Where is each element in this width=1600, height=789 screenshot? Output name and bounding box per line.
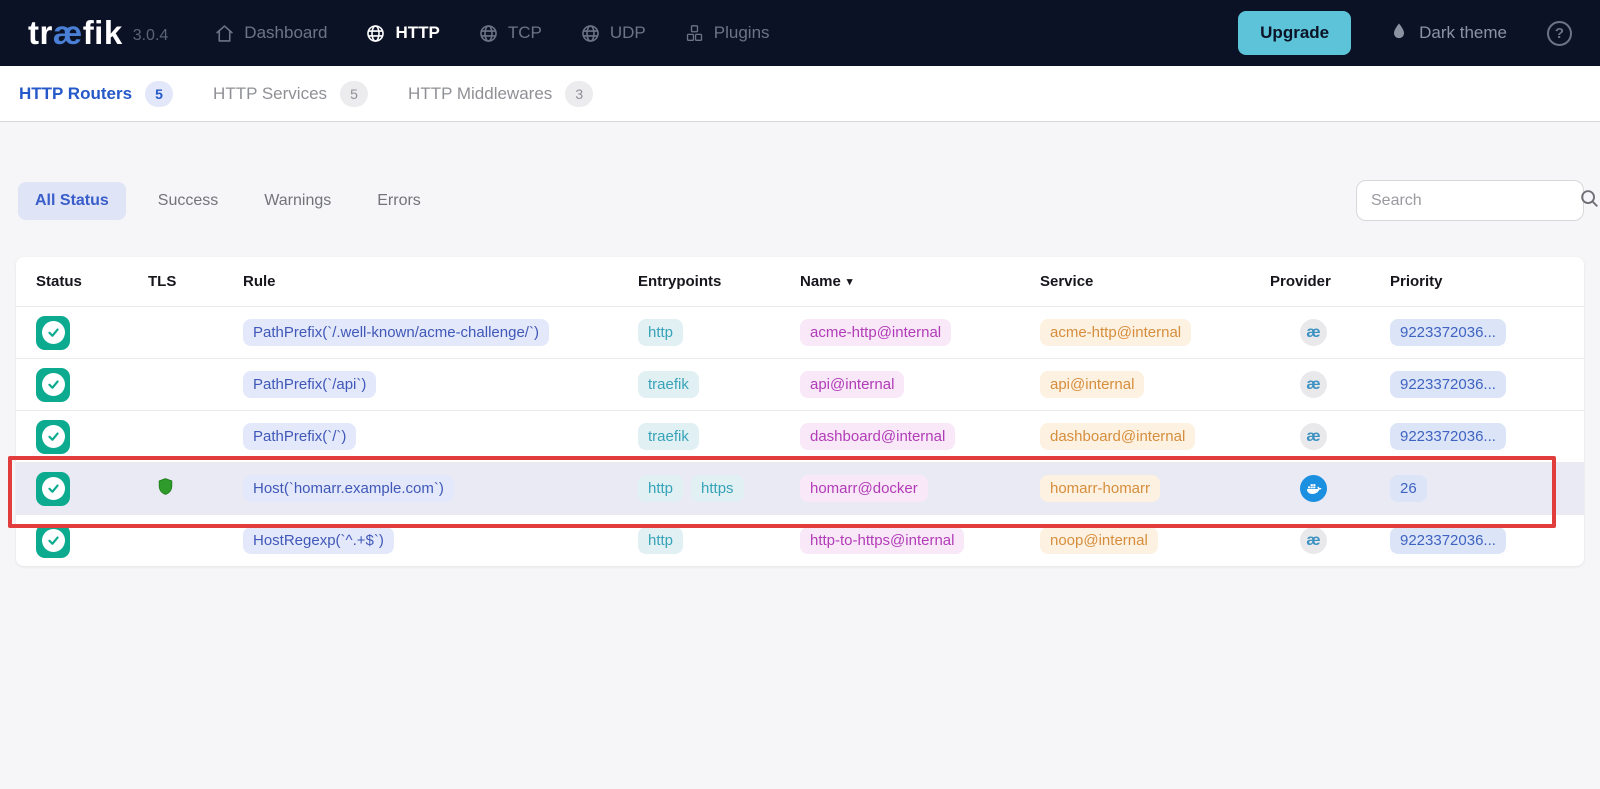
entrypoint-pill: traefik (638, 423, 699, 450)
nav-item-label: UDP (610, 23, 646, 43)
tab-count-badge: 3 (565, 81, 593, 107)
rule-pill: PathPrefix(`/api`) (243, 371, 376, 398)
service-pill: api@internal (1040, 371, 1144, 398)
top-navbar: træfik 3.0.4 DashboardHTTPTCPUDPPlugins … (0, 0, 1600, 66)
tab-label: HTTP Routers (19, 84, 132, 104)
search-input[interactable] (1371, 192, 1578, 210)
filter-warnings[interactable]: Warnings (250, 182, 345, 220)
tab-http-services[interactable]: HTTP Services 5 (213, 81, 368, 107)
filter-success[interactable]: Success (144, 182, 232, 220)
column-header-priority: Priority (1390, 273, 1584, 290)
column-header-name[interactable]: Name▾ (800, 273, 1040, 290)
column-header-entrypoints: Entrypoints (638, 273, 800, 290)
filter-errors[interactable]: Errors (363, 182, 435, 220)
tab-count-badge: 5 (145, 81, 173, 107)
globe-icon (365, 23, 386, 44)
filter-all-status[interactable]: All Status (18, 182, 126, 220)
theme-toggle[interactable]: Dark theme (1389, 21, 1507, 46)
router-name-pill: api@internal (800, 371, 904, 398)
nav-item-dashboard[interactable]: Dashboard (214, 23, 327, 44)
status-success-icon (36, 472, 70, 506)
router-row-acme-http@internal[interactable]: PathPrefix(`/.well-known/acme-challenge/… (16, 306, 1584, 358)
status-filters: All Status Success Warnings Errors (18, 182, 453, 220)
router-row-homarr@docker[interactable]: Host(`homarr.example.com`) http https homar… (16, 462, 1584, 514)
priority-pill: 26 (1390, 475, 1427, 502)
droplet-icon (1389, 21, 1409, 46)
search-icon (1578, 187, 1600, 214)
traefik-internal-provider-icon: æ (1300, 423, 1327, 450)
status-success-icon (36, 420, 70, 454)
service-pill: noop@internal (1040, 527, 1158, 554)
router-name-pill: homarr@docker (800, 475, 928, 502)
nav-item-label: HTTP (395, 23, 439, 43)
table-header-row: StatusTLSRuleEntrypointsName▾ServiceProv… (16, 257, 1584, 306)
tab-label: HTTP Services (213, 84, 327, 104)
entrypoint-pill: http (638, 527, 683, 554)
service-pill: acme-http@internal (1040, 319, 1191, 346)
section-tabbar: HTTP Routers 5 HTTP Services 5 HTTP Middlewa… (0, 66, 1600, 122)
filters-row: All Status Success Warnings Errors (18, 180, 1584, 221)
navbar-right: Upgrade Dark theme ? (1238, 11, 1572, 55)
router-row-api@internal[interactable]: PathPrefix(`/api`) traefik api@internal api… (16, 358, 1584, 410)
router-name-pill: acme-http@internal (800, 319, 951, 346)
priority-pill: 9223372036... (1390, 423, 1506, 450)
rule-pill: PathPrefix(`/`) (243, 423, 356, 450)
nav-item-label: TCP (508, 23, 542, 43)
service-pill: homarr-homarr (1040, 475, 1160, 502)
nav-item-label: Dashboard (244, 23, 327, 43)
column-header-tls: TLS (148, 273, 243, 290)
entrypoint-pill: http (638, 475, 683, 502)
priority-pill: 9223372036... (1390, 527, 1506, 554)
cubes-icon (684, 23, 705, 44)
docker-provider-icon (1300, 475, 1327, 502)
traefik-internal-provider-icon: æ (1300, 371, 1327, 398)
help-button[interactable]: ? (1547, 21, 1572, 46)
column-header-service: Service (1040, 273, 1270, 290)
router-row-dashboard@internal[interactable]: PathPrefix(`/`) traefik dashboard@internal… (16, 410, 1584, 462)
version-label: 3.0.4 (133, 27, 169, 45)
nav-item-label: Plugins (714, 23, 770, 43)
column-header-provider: Provider (1270, 273, 1390, 290)
entrypoint-pill: https (691, 475, 744, 502)
router-row-http-to-https@internal[interactable]: HostRegexp(`^.+$`) http http-to-https@inte… (16, 514, 1584, 566)
status-success-icon (36, 368, 70, 402)
priority-pill: 9223372036... (1390, 319, 1506, 346)
rule-pill: HostRegexp(`^.+$`) (243, 527, 394, 554)
table-body: PathPrefix(`/.well-known/acme-challenge/… (16, 306, 1584, 566)
tab-label: HTTP Middlewares (408, 84, 552, 104)
rule-pill: PathPrefix(`/.well-known/acme-challenge/… (243, 319, 549, 346)
upgrade-button[interactable]: Upgrade (1238, 11, 1351, 55)
priority-pill: 9223372036... (1390, 371, 1506, 398)
status-success-icon (36, 524, 70, 558)
tls-shield-icon (156, 475, 175, 498)
service-pill: dashboard@internal (1040, 423, 1195, 450)
status-success-icon (36, 316, 70, 350)
nav-item-tcp[interactable]: TCP (478, 23, 542, 44)
tab-count-badge: 5 (340, 81, 368, 107)
globe-icon (478, 23, 499, 44)
tab-http-middlewares[interactable]: HTTP Middlewares 3 (408, 81, 593, 107)
home-icon (214, 23, 235, 44)
nav-item-udp[interactable]: UDP (580, 23, 646, 44)
sort-desc-icon: ▾ (847, 275, 853, 288)
column-header-status: Status (36, 273, 148, 290)
tab-http-routers[interactable]: HTTP Routers 5 (19, 81, 173, 107)
nav-item-plugins[interactable]: Plugins (684, 23, 770, 44)
globe-icon (580, 23, 601, 44)
traefik-internal-provider-icon: æ (1300, 319, 1327, 346)
traefik-logo: træfik (28, 14, 123, 52)
traefik-internal-provider-icon: æ (1300, 527, 1327, 554)
main-nav: Dashboard HTTP TCP UDP Plugins (214, 23, 769, 44)
entrypoint-pill: http (638, 319, 683, 346)
entrypoint-pill: traefik (638, 371, 699, 398)
nav-item-http[interactable]: HTTP (365, 23, 439, 44)
rule-pill: Host(`homarr.example.com`) (243, 475, 454, 502)
routers-table: StatusTLSRuleEntrypointsName▾ServiceProv… (16, 257, 1584, 566)
router-name-pill: http-to-https@internal (800, 527, 964, 554)
router-name-pill: dashboard@internal (800, 423, 955, 450)
search-box (1356, 180, 1584, 221)
column-header-rule: Rule (243, 273, 638, 290)
theme-toggle-label: Dark theme (1419, 23, 1507, 43)
